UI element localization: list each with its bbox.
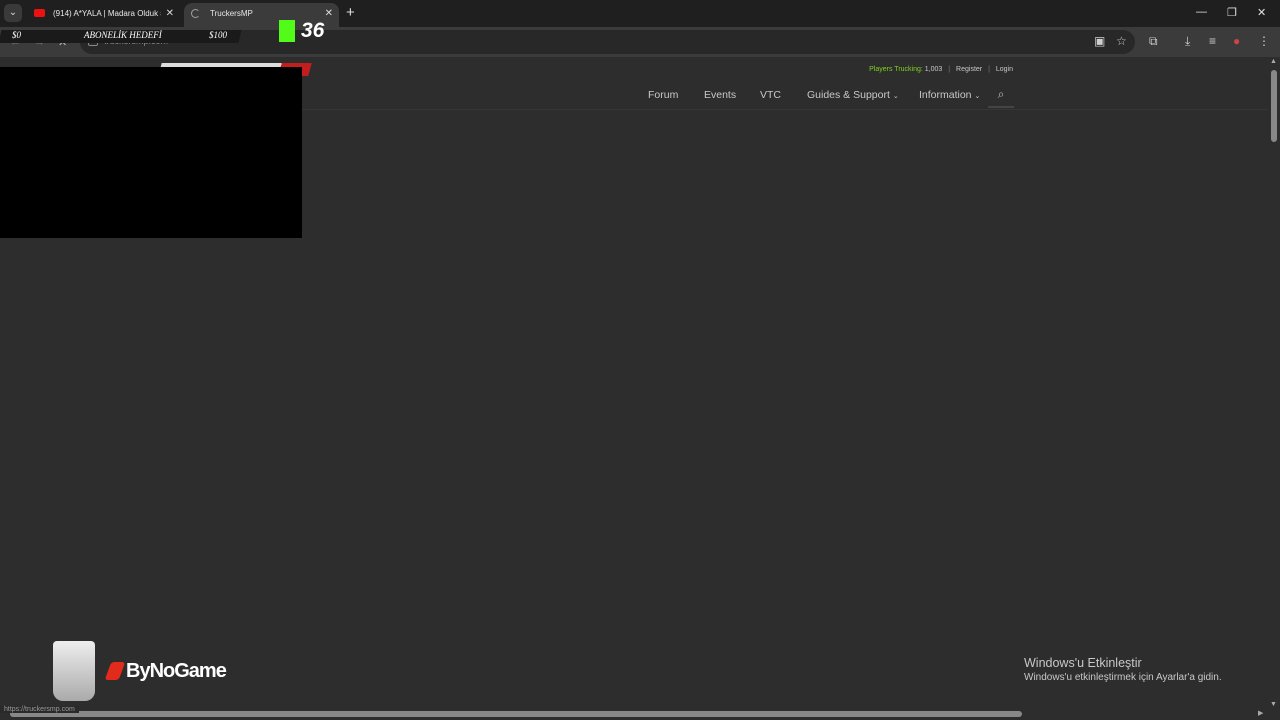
close-icon[interactable]: ✕ [325,3,333,24]
nav-vtc[interactable]: VTC [760,89,781,101]
glass-image [53,641,95,701]
activation-subtitle: Windows'u etkinleştirmek için Ayarlar'a … [1024,672,1222,683]
goal-label: ABONELİK HEDEFİ [84,30,162,40]
players-trucking-count: 1,003 [924,66,943,73]
bookmark-star-icon[interactable]: ☆ [1116,34,1127,48]
tab-search-button[interactable]: ⌄ [4,4,22,22]
goal-start: $0 [12,30,21,40]
tab-strip: ⌄ (914) A*YALA | Madara Olduk #... ✕ Tru… [0,0,1280,27]
media-control-icon[interactable]: ≡ [1209,34,1216,48]
scroll-down-icon[interactable]: ▼ [1270,701,1277,708]
scroll-right-icon[interactable]: ▶ [1258,709,1263,717]
translate-icon[interactable]: ▣ [1094,34,1105,48]
nav-events[interactable]: Events [704,89,736,101]
extensions-icon[interactable]: ⧉ [1149,34,1158,49]
profile-avatar-icon[interactable]: ● [1233,34,1240,48]
new-tab-button[interactable]: + [346,4,355,22]
top-links: Players Trucking: 1,003 | Register | Log… [869,66,1013,73]
nav-guides-support[interactable]: Guides & Support ⌄ [807,89,899,101]
downloads-icon[interactable]: ⤓ [1185,34,1190,49]
loading-spinner-icon [191,9,200,18]
login-link[interactable]: Login [996,66,1013,73]
nav-information[interactable]: Information ⌄ [919,89,980,101]
nav-label: Guides & Support [807,89,890,101]
horizontal-scrollbar[interactable]: ▶ [0,708,1268,720]
scrollbar-thumb[interactable] [1271,70,1277,142]
goal-end: $100 [209,30,227,40]
tab-title: TruckersMP [210,9,253,18]
scrollbar-thumb[interactable] [10,711,1022,717]
youtube-icon [34,9,45,17]
vertical-scrollbar[interactable]: ▲ ▼ [1268,58,1280,708]
activation-title: Windows'u Etkinleştir [1024,656,1142,670]
kick-logo-icon [279,20,295,42]
minimize-icon[interactable]: — [1196,6,1207,18]
nav-label: Information [919,89,972,101]
window-close-icon[interactable]: ✕ [1257,6,1266,19]
register-link[interactable]: Register [956,66,982,73]
chevron-down-icon: ⌄ [892,93,899,100]
scroll-up-icon[interactable]: ▲ [1270,58,1277,65]
sponsor-name: ByNoGame [126,660,227,682]
windows-activation-watermark: Windows'u Etkinleştir Windows'u etkinleş… [1024,656,1222,683]
nav-forum[interactable]: Forum [648,89,678,101]
menu-kebab-icon[interactable]: ⋮ [1258,34,1270,48]
kick-viewer-count: 36 [301,19,325,42]
tab-title: (914) A*YALA | Madara Olduk #... [53,9,161,18]
restore-icon[interactable]: ❐ [1227,6,1237,19]
tab-youtube[interactable]: (914) A*YALA | Madara Olduk #... ✕ [27,3,180,27]
chevron-down-icon: ⌄ [974,93,981,100]
webcam-overlay [0,67,302,238]
close-icon[interactable]: ✕ [166,3,174,24]
status-bar-url: https://truckersmp.com [0,706,79,713]
players-trucking-label: Players Trucking: [869,66,923,73]
search-icon[interactable]: ⌕ [988,82,1014,108]
